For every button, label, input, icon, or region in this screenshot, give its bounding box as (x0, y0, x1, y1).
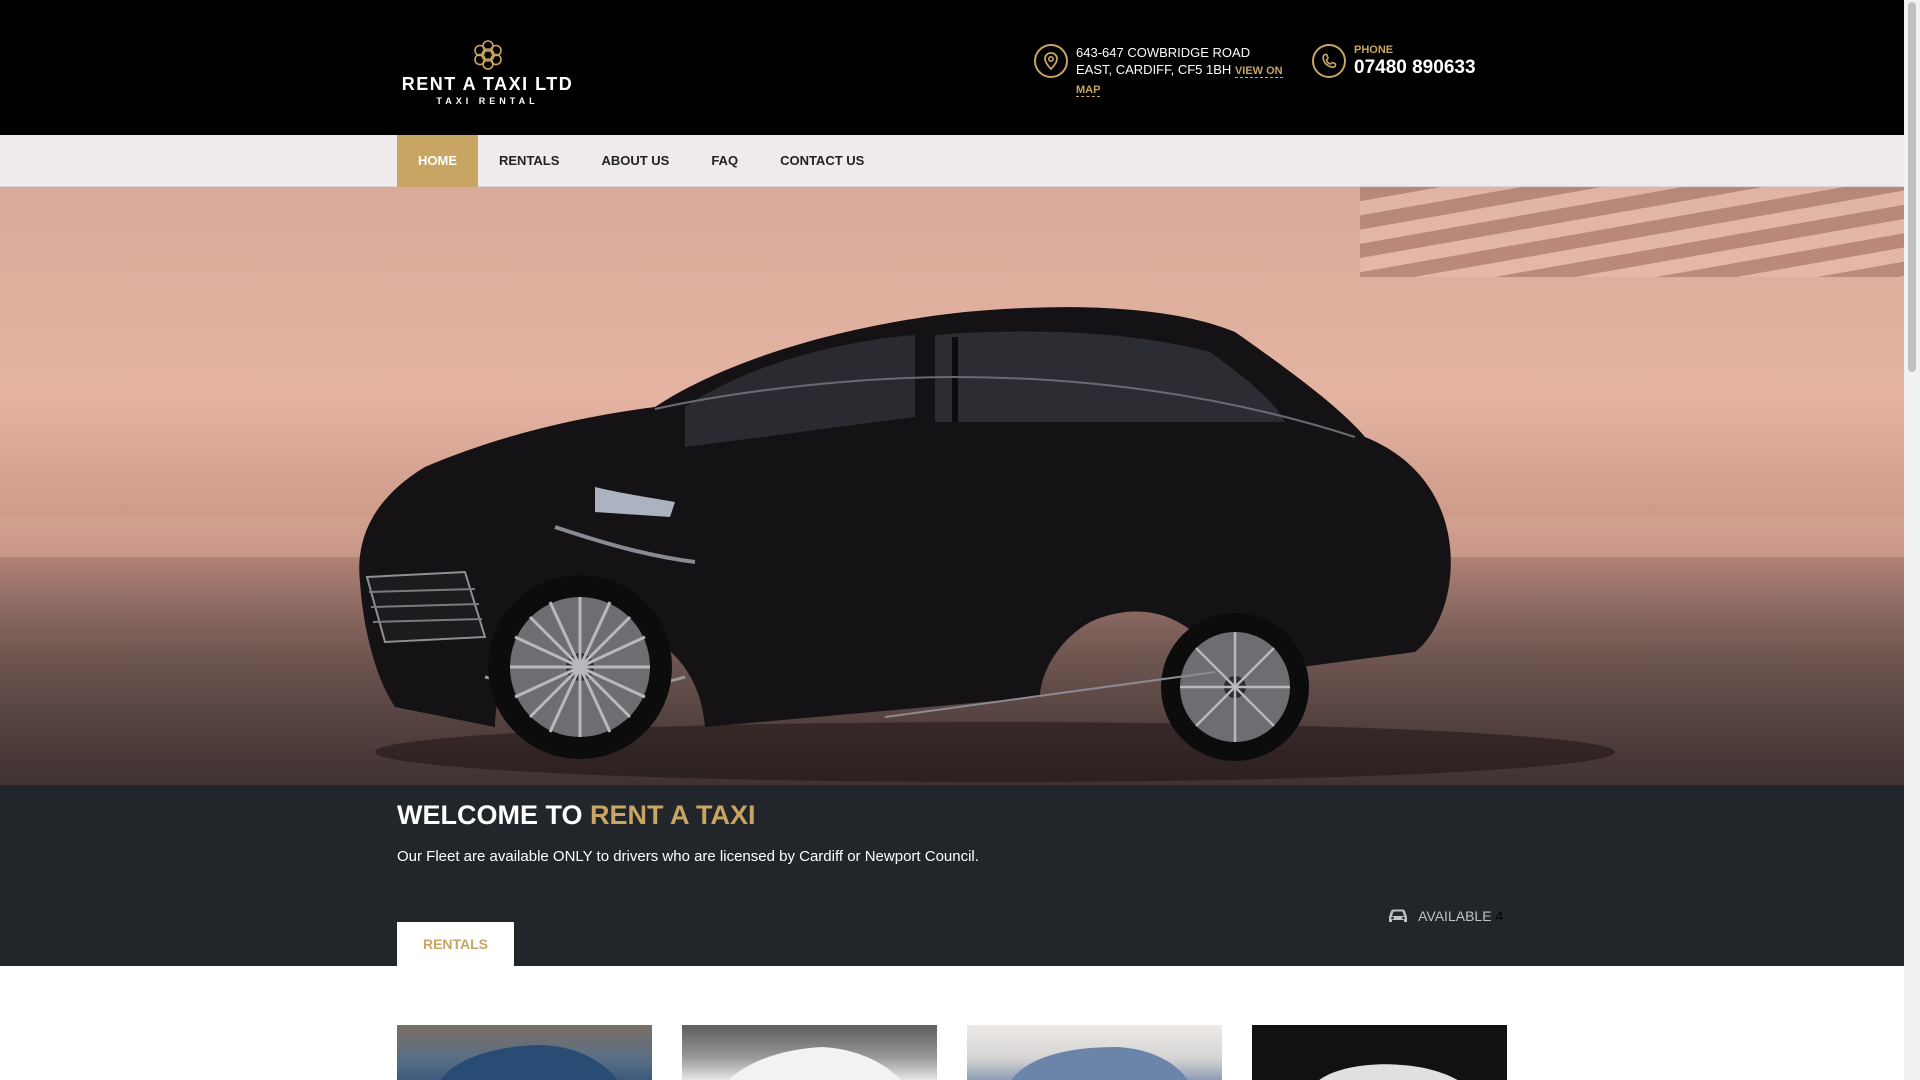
address-line-1: 643-647 COWBRIDGE ROAD (1076, 45, 1251, 60)
tab-rentals[interactable]: RENTALS (397, 922, 514, 966)
scrollbar-thumb[interactable] (1908, 2, 1916, 372)
nav-item-faq[interactable]: FAQ (690, 135, 759, 187)
address-text: 643-647 COWBRIDGE ROAD EAST, CARDIFF, CF… (1076, 44, 1286, 99)
page-scrollbar[interactable] (1904, 0, 1920, 1080)
rental-card[interactable] (397, 1025, 652, 1080)
address-line-2-text: EAST, CARDIFF, CF5 1BH (1076, 62, 1232, 77)
phone-number[interactable]: 07480 890633 (1354, 57, 1476, 79)
hero-banner (0, 187, 1904, 785)
phone-label: PHONE (1354, 44, 1394, 56)
map-pin-icon (1034, 44, 1068, 78)
nav-list: HOME RENTALS ABOUT US FAQ CONTACT US (397, 135, 885, 187)
car-icon (1389, 909, 1407, 922)
rental-card[interactable] (1252, 1025, 1507, 1080)
welcome-text: Our Fleet are available ONLY to drivers … (397, 848, 979, 865)
rental-car-image (728, 1047, 901, 1080)
rental-cards (397, 1025, 1507, 1080)
welcome-title: WELCOME TO RENT A TAXI (397, 800, 756, 831)
logo-emblem-icon (473, 40, 502, 70)
rental-car-image (1011, 1047, 1188, 1080)
main-nav: HOME RENTALS ABOUT US FAQ CONTACT US (0, 135, 1904, 187)
hero-car-image (359, 307, 1615, 782)
nav-item-rentals[interactable]: RENTALS (478, 135, 580, 187)
nav-item-about-us[interactable]: ABOUT US (580, 135, 690, 187)
address-line-2: EAST, CARDIFF, CF5 1BH VIEW ON MAP (1076, 61, 1286, 99)
welcome-section: WELCOME TO RENT A TAXI Our Fleet are ava… (0, 785, 1904, 966)
available-label: AVAILABLE (1418, 908, 1492, 924)
available-counter: AVAILABLE 4 (1387, 908, 1503, 924)
rental-card[interactable] (682, 1025, 937, 1080)
logo[interactable]: RENT A TAXI LTD TAXI RENTAL (400, 38, 575, 106)
nav-item-home[interactable]: HOME (397, 135, 478, 187)
welcome-title-prefix: WELCOME TO (397, 800, 583, 830)
rental-car-image (1319, 1064, 1458, 1080)
rental-car-image (440, 1045, 618, 1080)
page: RENT A TAXI LTD TAXI RENTAL 643-647 COWB… (0, 0, 1904, 1080)
available-count: 4 (1495, 908, 1504, 924)
site-header: RENT A TAXI LTD TAXI RENTAL 643-647 COWB… (0, 0, 1904, 135)
hero-ceiling-detail (1360, 187, 1904, 277)
logo-tagline: TAXI RENTAL (436, 96, 539, 106)
phone-icon (1312, 44, 1346, 78)
logo-name: RENT A TAXI LTD (401, 74, 574, 94)
rental-card[interactable] (967, 1025, 1222, 1080)
nav-item-contact-us[interactable]: CONTACT US (759, 135, 885, 187)
welcome-title-accent: RENT A TAXI (590, 800, 756, 830)
